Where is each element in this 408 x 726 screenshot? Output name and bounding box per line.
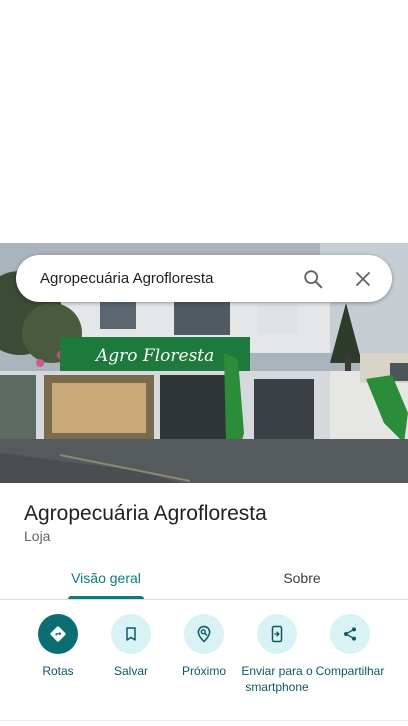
map-blank-area bbox=[0, 0, 408, 243]
tab-about[interactable]: Sobre bbox=[196, 556, 408, 600]
send-to-phone-button[interactable]: Enviar para o smartphone bbox=[237, 614, 317, 695]
directions-icon bbox=[38, 614, 78, 654]
share-button[interactable]: Compartilhar bbox=[310, 614, 390, 679]
tab-overview[interactable]: Visão geral bbox=[0, 556, 212, 600]
save-label: Salvar bbox=[113, 664, 148, 678]
place-category[interactable]: Loja bbox=[24, 528, 50, 544]
action-buttons: Rotas Salvar Próximo Enviar para o smart… bbox=[0, 614, 408, 714]
tab-bar: Visão geral Sobre bbox=[0, 556, 408, 600]
nearby-label: Próximo bbox=[181, 664, 226, 678]
bookmark-icon bbox=[111, 614, 151, 654]
divider bbox=[0, 720, 408, 721]
share-label: Compartilhar bbox=[315, 664, 385, 678]
search-bar[interactable]: Agropecuária Agrofloresta bbox=[16, 255, 392, 302]
place-title: Agropecuária Agrofloresta bbox=[24, 502, 267, 525]
close-icon[interactable] bbox=[348, 264, 378, 294]
directions-label: Rotas bbox=[42, 664, 74, 678]
share-icon bbox=[330, 614, 370, 654]
directions-button[interactable]: Rotas bbox=[18, 614, 98, 679]
nearby-icon bbox=[184, 614, 224, 654]
send-to-phone-label: Enviar para o smartphone bbox=[241, 664, 313, 694]
active-tab-indicator bbox=[68, 596, 144, 599]
nearby-button[interactable]: Próximo bbox=[164, 614, 244, 679]
send-to-phone-icon bbox=[257, 614, 297, 654]
search-input[interactable]: Agropecuária Agrofloresta bbox=[16, 270, 298, 287]
search-icon[interactable] bbox=[298, 264, 328, 294]
save-button[interactable]: Salvar bbox=[91, 614, 171, 679]
storefront-sign-text: Agro Floresta bbox=[94, 346, 214, 366]
